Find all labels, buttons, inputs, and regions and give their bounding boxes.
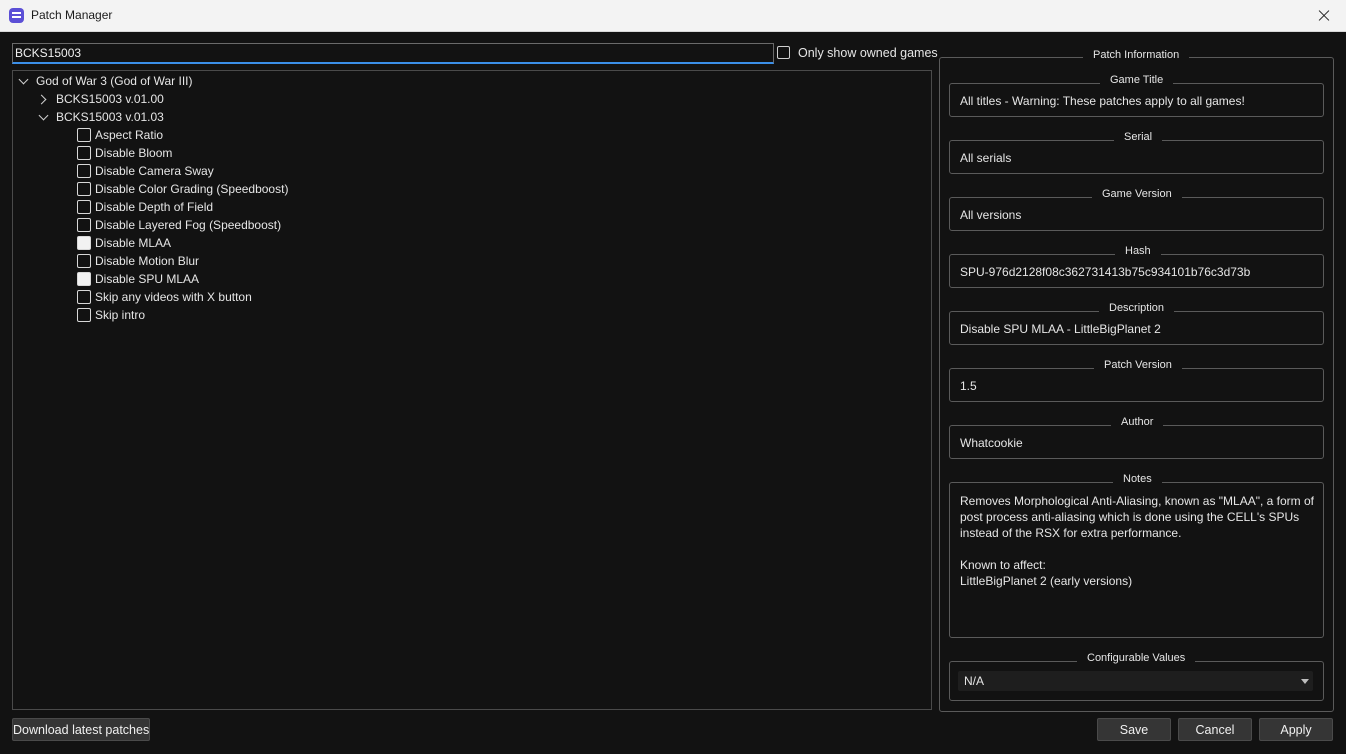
patch-item[interactable]: Skip intro bbox=[13, 306, 931, 324]
window-title: Patch Manager bbox=[31, 8, 113, 22]
patch-item[interactable]: Disable Bloom bbox=[13, 144, 931, 162]
patch-label: Disable Bloom bbox=[95, 146, 173, 160]
title-bar: Patch Manager bbox=[0, 0, 1346, 32]
description-label: Description bbox=[1099, 302, 1175, 315]
tree-game-row[interactable]: God of War 3 (God of War III) bbox=[13, 72, 931, 90]
patch-checkbox[interactable] bbox=[77, 182, 91, 196]
configurable-values-value: N/A bbox=[964, 674, 985, 688]
patch-checkbox[interactable] bbox=[77, 128, 91, 142]
search-input[interactable] bbox=[12, 43, 774, 64]
game-title-value: All titles - Warning: These patches appl… bbox=[960, 94, 1245, 108]
apply-button[interactable]: Apply bbox=[1259, 718, 1333, 741]
patch-label: Disable Color Grading (Speedboost) bbox=[95, 182, 289, 196]
game-version-value: All versions bbox=[960, 208, 1022, 222]
rpcs3-icon bbox=[9, 8, 24, 23]
patch-label: Disable Motion Blur bbox=[95, 254, 200, 268]
description-box: Disable SPU MLAA - LittleBigPlanet 2 bbox=[949, 311, 1324, 345]
tree-version-label: BCKS15003 v.01.03 bbox=[56, 110, 164, 124]
patch-checkbox[interactable] bbox=[77, 164, 91, 178]
patch-checkbox[interactable] bbox=[77, 236, 91, 250]
patch-label: Disable Layered Fog (Speedboost) bbox=[95, 218, 282, 232]
serial-label: Serial bbox=[1114, 131, 1163, 144]
patch-item[interactable]: Disable Motion Blur bbox=[13, 252, 931, 270]
patch-item[interactable]: Skip any videos with X button bbox=[13, 288, 931, 306]
patch-checkbox[interactable] bbox=[77, 308, 91, 322]
cancel-button[interactable]: Cancel bbox=[1178, 718, 1252, 741]
hash-value: SPU-976d2128f08c362731413b75c934101b76c3… bbox=[960, 265, 1251, 279]
notes-box: Removes Morphological Anti-Aliasing, kno… bbox=[949, 482, 1324, 638]
patch-label: Disable MLAA bbox=[95, 236, 172, 250]
patch-version-value: 1.5 bbox=[960, 379, 977, 393]
patch-label: Disable SPU MLAA bbox=[95, 272, 200, 286]
save-button[interactable]: Save bbox=[1097, 718, 1171, 741]
patch-checkbox[interactable] bbox=[77, 146, 91, 160]
patch-item[interactable]: Disable Camera Sway bbox=[13, 162, 931, 180]
patch-label: Disable Camera Sway bbox=[95, 164, 214, 178]
patch-checkbox[interactable] bbox=[77, 272, 91, 286]
game-version-label: Game Version bbox=[1092, 188, 1182, 201]
patch-label: Skip intro bbox=[95, 308, 146, 322]
patch-label: Disable Depth of Field bbox=[95, 200, 214, 214]
game-title-label: Game Title bbox=[1100, 74, 1174, 87]
configurable-values-select[interactable]: N/A bbox=[958, 671, 1313, 691]
serial-value: All serials bbox=[960, 151, 1012, 165]
tree-version-row[interactable]: BCKS15003 v.01.00 bbox=[13, 90, 931, 108]
patch-label: Skip any videos with X button bbox=[95, 290, 252, 304]
author-box: Whatcookie bbox=[949, 425, 1324, 459]
download-patches-button[interactable]: Download latest patches bbox=[12, 718, 150, 741]
patch-checkbox[interactable] bbox=[77, 218, 91, 232]
owned-games-label: Only show owned games bbox=[798, 46, 938, 60]
owned-games-checkbox[interactable] bbox=[777, 46, 790, 59]
configurable-values-label: Configurable Values bbox=[1077, 652, 1196, 665]
description-value: Disable SPU MLAA - LittleBigPlanet 2 bbox=[960, 322, 1161, 336]
tree-game-label: God of War 3 (God of War III) bbox=[36, 74, 193, 88]
patch-checkbox[interactable] bbox=[77, 290, 91, 304]
author-value: Whatcookie bbox=[960, 436, 1023, 450]
patch-version-box: 1.5 bbox=[949, 368, 1324, 402]
patch-tree[interactable]: God of War 3 (God of War III) BCKS15003 … bbox=[12, 70, 932, 710]
patch-item[interactable]: Aspect Ratio bbox=[13, 126, 931, 144]
tree-version-label: BCKS15003 v.01.00 bbox=[56, 92, 164, 106]
chevron-right-icon[interactable] bbox=[36, 94, 47, 105]
patch-checkbox[interactable] bbox=[77, 200, 91, 214]
patch-item[interactable]: Disable MLAA bbox=[13, 234, 931, 252]
notes-value: Removes Morphological Anti-Aliasing, kno… bbox=[960, 494, 1315, 588]
patch-item[interactable]: Disable Color Grading (Speedboost) bbox=[13, 180, 931, 198]
patch-label: Aspect Ratio bbox=[95, 128, 164, 142]
chevron-down-icon[interactable] bbox=[1301, 679, 1309, 684]
notes-label: Notes bbox=[1113, 473, 1162, 486]
hash-box: SPU-976d2128f08c362731413b75c934101b76c3… bbox=[949, 254, 1324, 288]
hash-label: Hash bbox=[1115, 245, 1161, 258]
tree-version-row[interactable]: BCKS15003 v.01.03 bbox=[13, 108, 931, 126]
chevron-down-icon[interactable] bbox=[18, 74, 29, 85]
game-title-box: All titles - Warning: These patches appl… bbox=[949, 83, 1324, 117]
patch-item[interactable]: Disable Depth of Field bbox=[13, 198, 931, 216]
close-icon[interactable] bbox=[1300, 0, 1346, 31]
patch-checkbox[interactable] bbox=[77, 254, 91, 268]
author-label: Author bbox=[1111, 416, 1164, 429]
patch-info-title: Patch Information bbox=[1083, 49, 1190, 62]
game-version-box: All versions bbox=[949, 197, 1324, 231]
patch-item[interactable]: Disable SPU MLAA bbox=[13, 270, 931, 288]
serial-box: All serials bbox=[949, 140, 1324, 174]
chevron-down-icon[interactable] bbox=[38, 110, 49, 121]
patch-item[interactable]: Disable Layered Fog (Speedboost) bbox=[13, 216, 931, 234]
patch-version-label: Patch Version bbox=[1094, 359, 1182, 372]
